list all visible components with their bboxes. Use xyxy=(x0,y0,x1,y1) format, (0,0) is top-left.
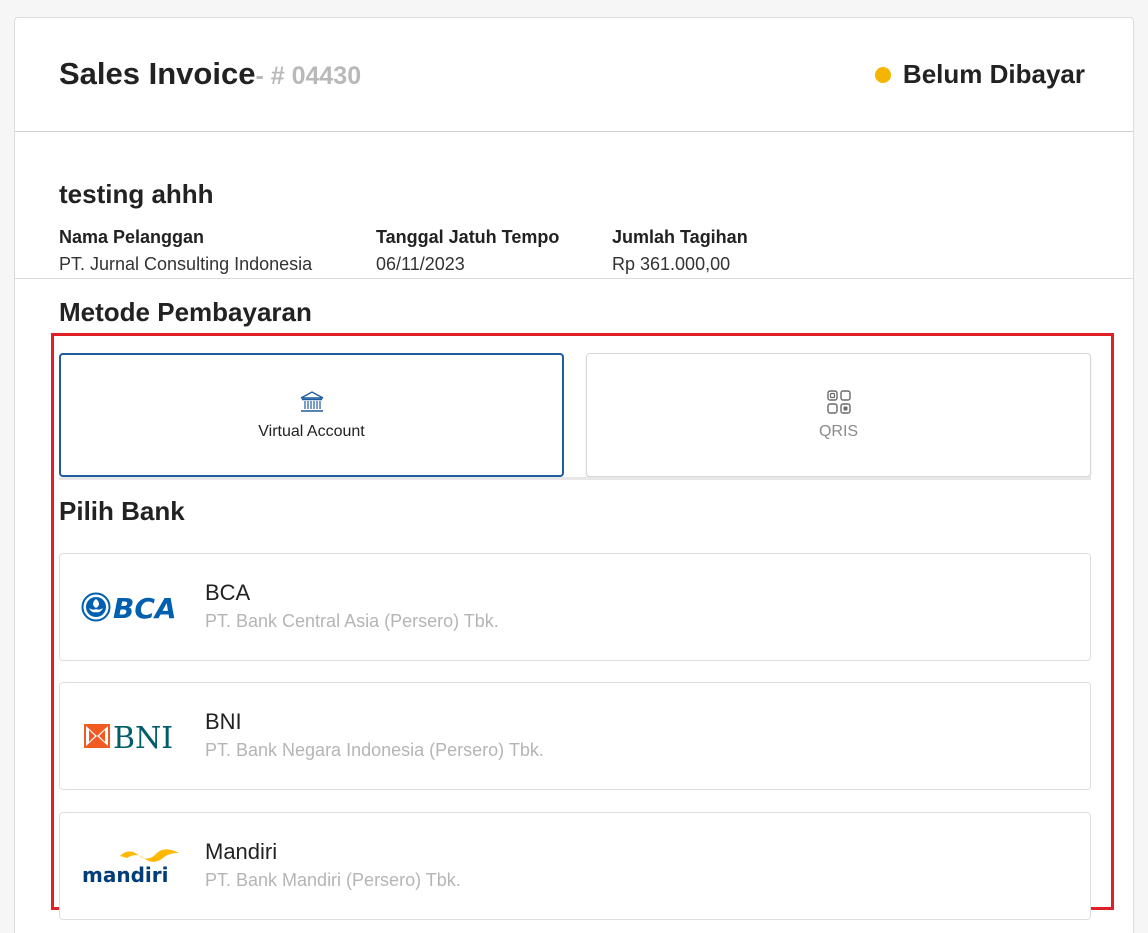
status-dot-icon xyxy=(874,66,891,83)
tab-underline xyxy=(59,477,1091,480)
bank-item-mandiri[interactable]: mandiri Mandiri PT. Bank Mandiri (Perser… xyxy=(59,812,1091,920)
section-divider xyxy=(15,278,1133,279)
customer-name-value: PT. Jurnal Consulting Indonesia xyxy=(59,254,313,274)
bank-name: Mandiri xyxy=(205,839,278,864)
customer-name-label: Nama Pelanggan xyxy=(59,227,205,247)
svg-text:mandiri: mandiri xyxy=(82,863,168,887)
bank-icon xyxy=(300,391,323,412)
due-date-label: Tanggal Jatuh Tempo xyxy=(376,227,560,247)
qr-code-icon xyxy=(826,390,851,414)
invoice-title-text: Sales Invoice xyxy=(59,56,256,91)
invoice-card: Sales Invoice- # 04430 Belum Dibayar tes… xyxy=(14,17,1134,933)
status-badge: Belum Dibayar xyxy=(874,59,1085,90)
invoice-header: Sales Invoice- # 04430 Belum Dibayar xyxy=(15,18,1133,132)
bank-item-bca[interactable]: BCA BCA PT. Bank Central Asia (Persero) … xyxy=(59,553,1091,661)
bni-logo: BNI xyxy=(84,721,173,756)
bank-name: BNI xyxy=(205,709,242,734)
payment-option-qris[interactable]: QRIS xyxy=(586,353,1091,477)
due-date-value: 06/11/2023 xyxy=(376,254,465,274)
bank-name: BCA xyxy=(205,580,251,605)
payment-method-title: Metode Pembayaran xyxy=(59,297,312,327)
bank-description: PT. Bank Central Asia (Persero) Tbk. xyxy=(205,611,499,631)
status-text: Belum Dibayar xyxy=(902,59,1085,89)
invoice-number: - # 04430 xyxy=(255,62,362,90)
mandiri-logo: mandiri xyxy=(82,849,179,887)
bank-section-title: Pilih Bank xyxy=(59,496,185,526)
payment-option-virtual-account[interactable]: Virtual Account xyxy=(59,353,564,477)
amount-value: Rp 361.000,00 xyxy=(612,254,731,274)
amount-label: Jumlah Tagihan xyxy=(612,227,748,247)
customer-heading: testing ahhh xyxy=(59,179,214,209)
virtual-account-label: Virtual Account xyxy=(258,423,365,440)
bank-description: PT. Bank Mandiri (Persero) Tbk. xyxy=(205,870,461,890)
svg-text:BCA: BCA xyxy=(113,592,177,625)
bank-description: PT. Bank Negara Indonesia (Persero) Tbk. xyxy=(205,740,544,760)
bank-item-bni[interactable]: BNI BNI PT. Bank Negara Indonesia (Perse… xyxy=(59,682,1091,790)
qris-label: QRIS xyxy=(818,423,859,440)
svg-text:BNI: BNI xyxy=(113,721,173,756)
bca-logo: BCA xyxy=(81,592,177,625)
invoice-title: Sales Invoice- # 04430 xyxy=(59,56,361,92)
